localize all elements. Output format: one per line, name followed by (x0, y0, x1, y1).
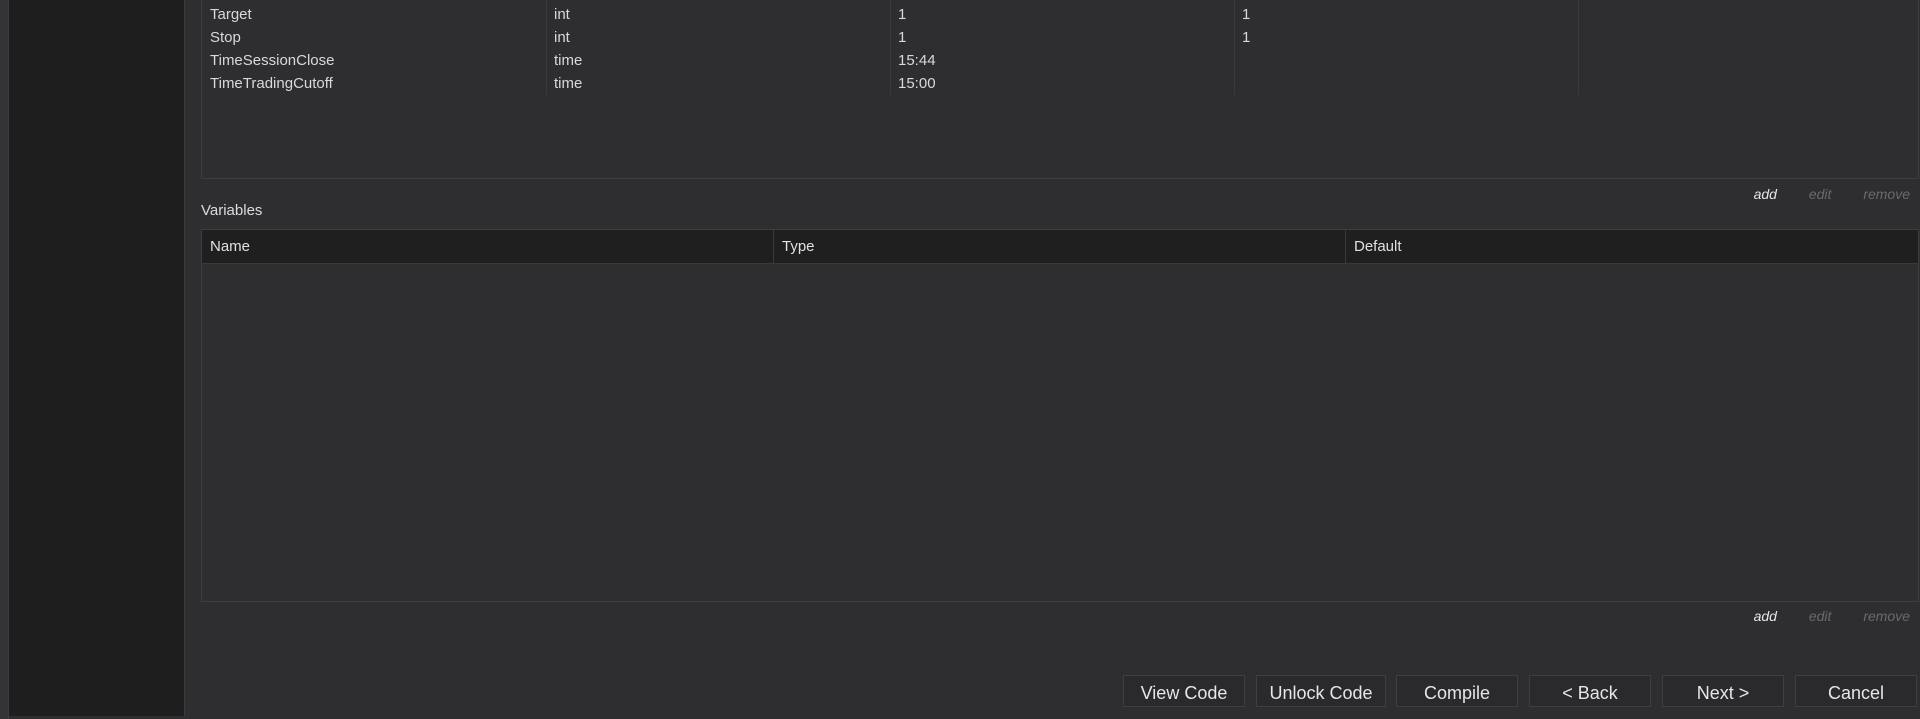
parameter-name: TimeTradingCutoff (210, 75, 333, 92)
parameters-grid[interactable]: Target int 1 1 Stop int 1 1 TimeSessionC… (201, 0, 1919, 179)
variables-add-link[interactable]: add (1754, 608, 1777, 624)
variables-actions: add edit remove (1726, 608, 1910, 624)
parameters-add-link[interactable]: add (1754, 186, 1777, 202)
parameter-type: time (554, 75, 583, 92)
parameter-name: Target (210, 6, 252, 23)
column-header-type[interactable]: Type (774, 230, 1346, 263)
parameters-actions: add edit remove (1726, 186, 1910, 202)
variables-remove-link[interactable]: remove (1863, 608, 1910, 624)
next-button[interactable]: Next > (1662, 675, 1784, 707)
parameter-type: int (554, 29, 570, 46)
parameter-default: 15:00 (898, 75, 936, 92)
parameter-default: 1 (898, 29, 907, 46)
window-left-edge (0, 0, 9, 719)
parameter-row[interactable]: TimeSessionClose time 15:44 (202, 49, 1918, 72)
column-header-default[interactable]: Default (1346, 230, 1918, 263)
parameter-name: TimeSessionClose (210, 52, 335, 69)
parameters-remove-link[interactable]: remove (1863, 186, 1910, 202)
parameters-edit-link[interactable]: edit (1809, 186, 1832, 202)
parameter-type: time (554, 52, 583, 69)
variables-grid-header: Name Type Default (202, 230, 1918, 264)
parameter-row[interactable]: Target int 1 1 (202, 3, 1918, 26)
column-header-name[interactable]: Name (202, 230, 774, 263)
view-code-button[interactable]: View Code (1123, 675, 1245, 707)
wizard-sidebar (9, 0, 185, 716)
variables-edit-link[interactable]: edit (1809, 608, 1832, 624)
parameter-default: 1 (898, 6, 907, 23)
unlock-code-button[interactable]: Unlock Code (1256, 675, 1386, 707)
strategy-wizard-window: Target int 1 1 Stop int 1 1 TimeSessionC… (0, 0, 1920, 719)
compile-button[interactable]: Compile (1396, 675, 1518, 707)
variables-section-title: Variables (201, 202, 263, 219)
parameter-min: 1 (1242, 6, 1251, 23)
variables-grid[interactable]: Name Type Default (201, 229, 1919, 602)
parameter-type: int (554, 6, 570, 23)
parameter-default: 15:44 (898, 52, 936, 69)
cancel-button[interactable]: Cancel (1795, 675, 1917, 707)
wizard-main-panel: Target int 1 1 Stop int 1 1 TimeSessionC… (185, 0, 1920, 719)
parameter-name: Stop (210, 29, 241, 46)
parameter-row[interactable]: TimeTradingCutoff time 15:00 (202, 72, 1918, 95)
back-button[interactable]: < Back (1529, 675, 1651, 707)
parameter-min: 1 (1242, 29, 1251, 46)
parameter-row[interactable]: Stop int 1 1 (202, 26, 1918, 49)
